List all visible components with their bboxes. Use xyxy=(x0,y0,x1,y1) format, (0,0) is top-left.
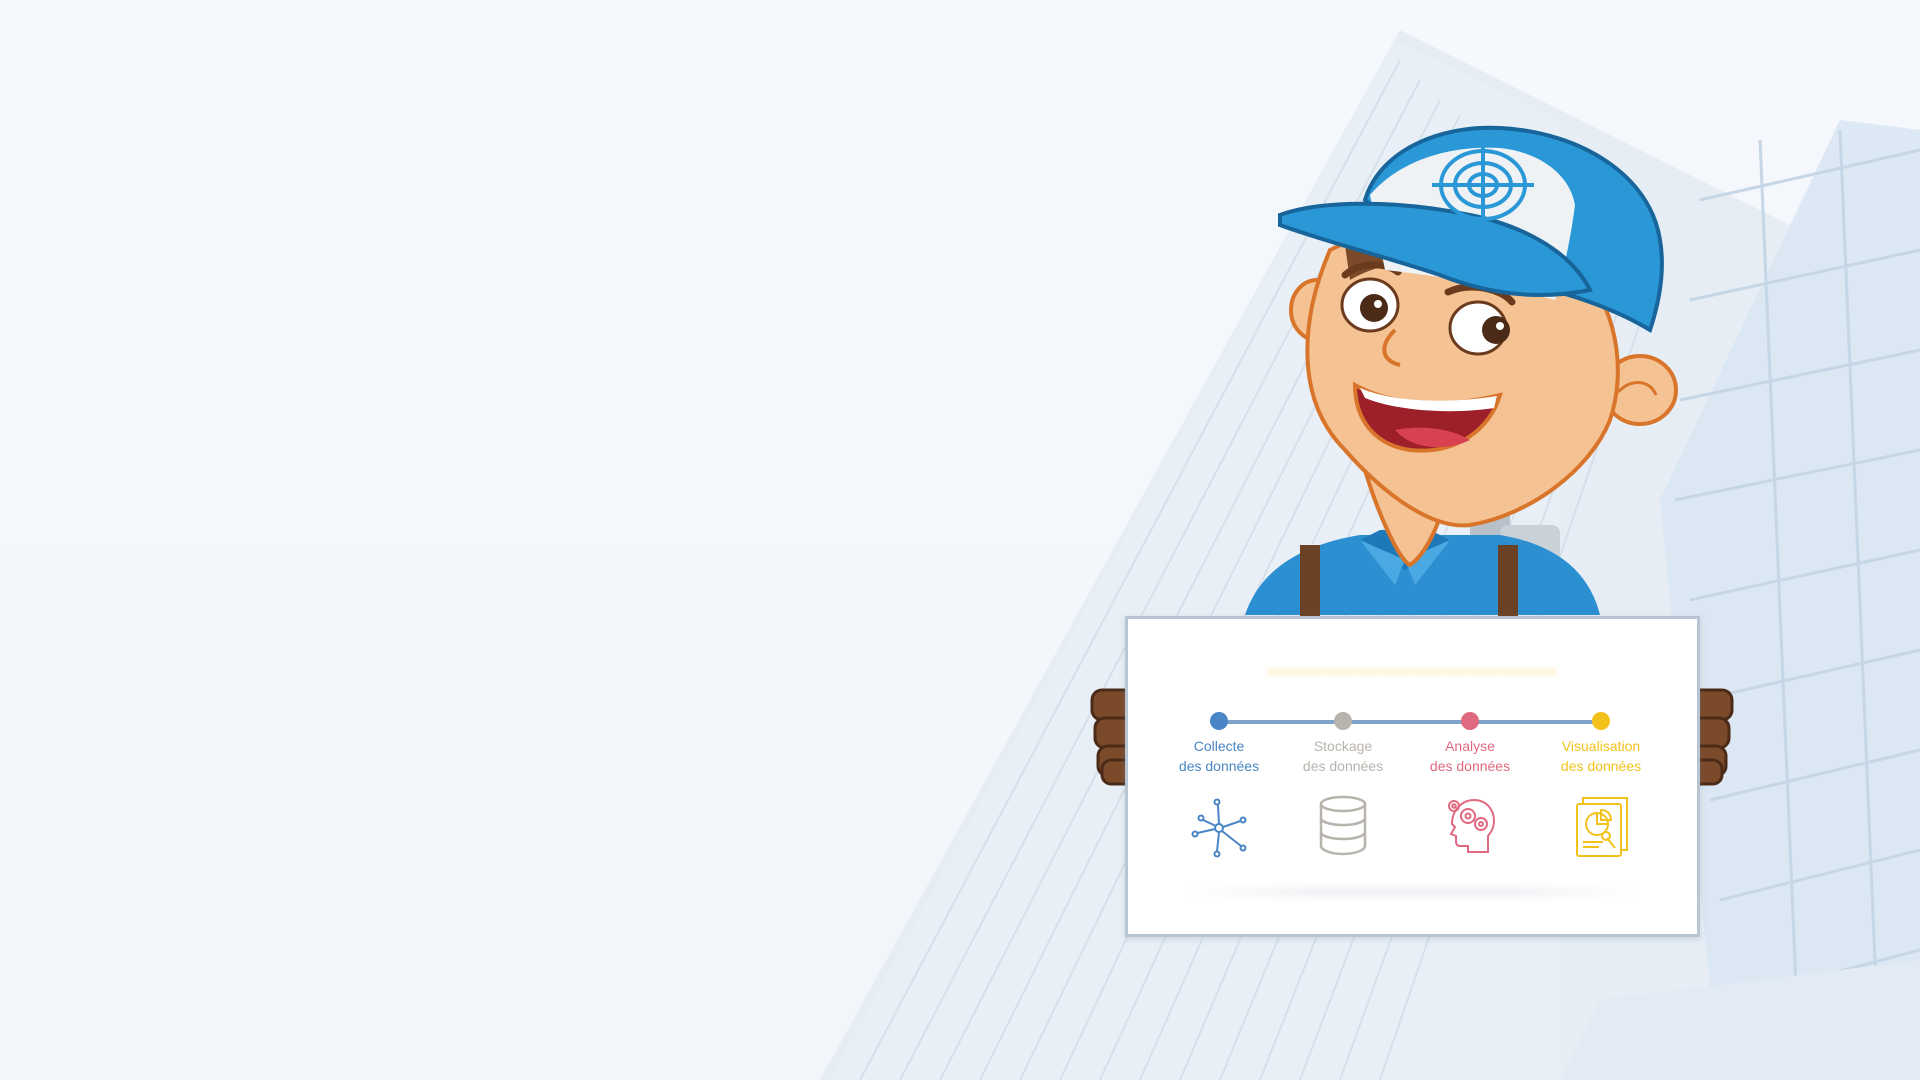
step-dot xyxy=(1334,712,1352,730)
step-stockage: Stockage des données xyxy=(1278,712,1408,858)
step-subtitle: des données xyxy=(1302,758,1384,774)
brain-gears-icon xyxy=(1448,798,1496,853)
step-dot xyxy=(1461,712,1479,730)
report-chart-icon xyxy=(1576,797,1628,857)
step-label: Analyse des données xyxy=(1405,736,1535,776)
network-nodes-icon xyxy=(1191,798,1247,858)
step-title: Stockage xyxy=(1313,738,1373,754)
step-title: Collecte xyxy=(1193,738,1245,754)
signboard: ▬▬▬▬▬▬▬▬▬▬ Collecte des données Stockage… xyxy=(1125,616,1700,937)
hero-banner: ▬▬▬▬▬▬▬▬▬▬ Collecte des données Stockage… xyxy=(0,0,1920,1080)
step-dot xyxy=(1592,712,1610,730)
step-subtitle: des données xyxy=(1560,758,1642,774)
database-icon xyxy=(1319,795,1367,856)
step-collecte: Collecte des données xyxy=(1154,712,1284,858)
board-faded-line xyxy=(1188,887,1638,897)
step-subtitle: des données xyxy=(1178,758,1260,774)
step-label: Stockage des données xyxy=(1278,736,1408,776)
step-subtitle: des données xyxy=(1429,758,1511,774)
step-visualisation: Visualisation des données xyxy=(1536,712,1666,858)
step-title: Analyse xyxy=(1445,738,1495,754)
step-analyse: Analyse des données xyxy=(1405,712,1535,858)
step-label: Visualisation des données xyxy=(1536,736,1666,776)
step-label: Collecte des données xyxy=(1154,736,1284,776)
step-title: Visualisation xyxy=(1561,738,1641,754)
step-dot xyxy=(1210,712,1228,730)
